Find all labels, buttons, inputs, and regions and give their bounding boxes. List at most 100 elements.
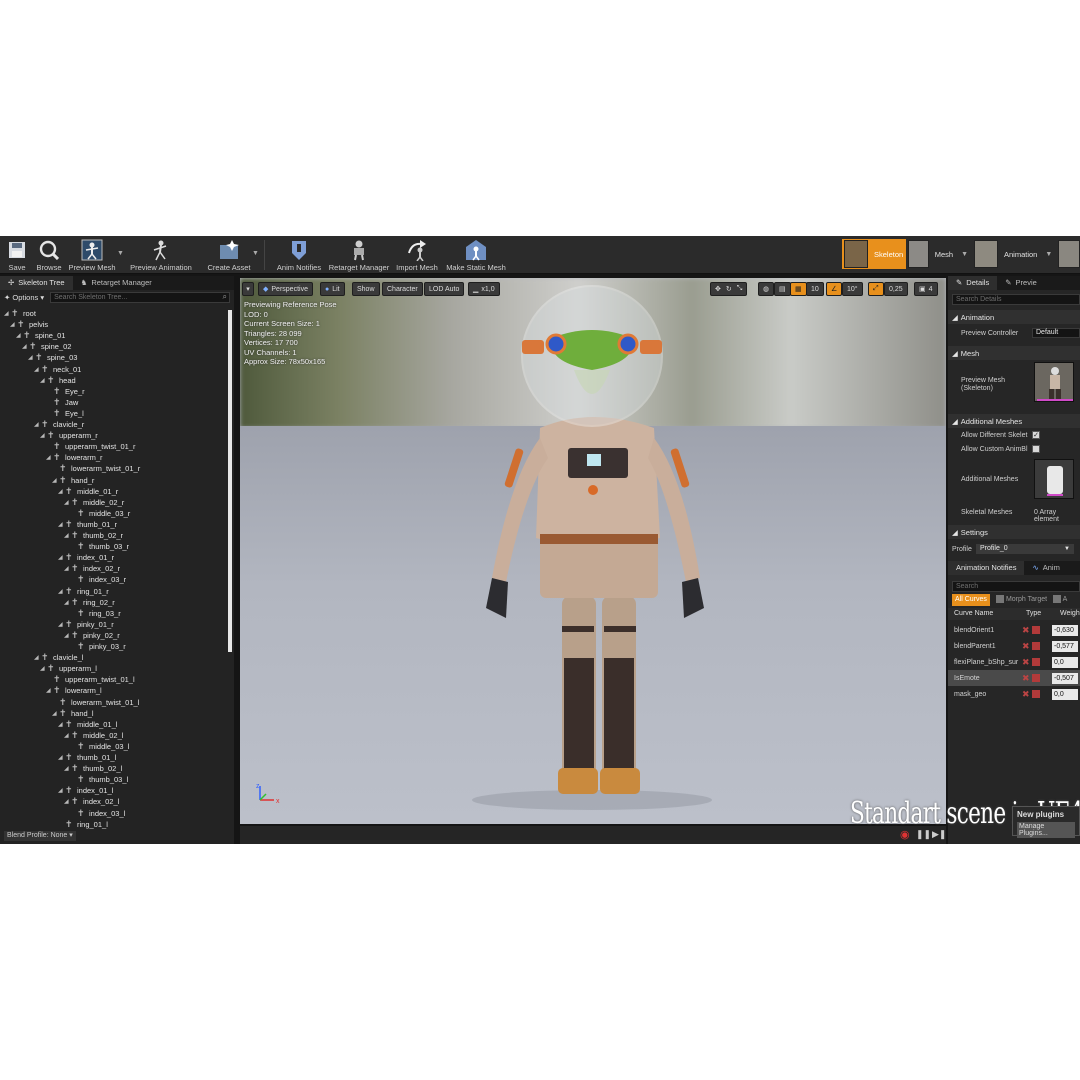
expand-arrow-icon[interactable]: ◢ [40, 377, 47, 384]
expand-arrow-icon[interactable]: ◢ [64, 499, 71, 506]
rotation-snap-value[interactable]: 10° [842, 282, 863, 296]
curve-weight-input[interactable]: 0,0 [1052, 656, 1078, 668]
expand-arrow-icon[interactable]: ◢ [58, 588, 65, 595]
viewport[interactable]: ▾ ◆ Perspective ● Lit Show Character LOD… [240, 278, 946, 824]
tab-anim-curves[interactable]: ∿ Anim [1024, 561, 1067, 575]
skeleton-search-input[interactable]: Search Skeleton Tree... ⌕ [50, 291, 230, 303]
scale-icon[interactable]: ⤡ [737, 285, 743, 293]
options-dropdown[interactable]: ✦ Options ▾ [4, 293, 44, 302]
character-button[interactable]: Character [382, 282, 423, 296]
preview-controller-dropdown[interactable]: Default [1032, 328, 1080, 338]
settings-section-header[interactable]: ◢ Settings [948, 525, 1080, 539]
morph-target-filter[interactable]: Morph Target A [996, 595, 1067, 603]
bone-tree-row[interactable]: ✝ Eye_r [46, 386, 85, 397]
tab-details[interactable]: ✎ Details [948, 276, 998, 290]
allow-custom-animbp-checkbox[interactable] [1032, 445, 1040, 453]
bone-tree-row[interactable]: ◢ ✝ root [4, 308, 36, 319]
delete-curve-icon[interactable]: ✖ [1022, 625, 1030, 636]
animation-mode-dropdown-icon[interactable]: ▼ [1045, 251, 1052, 258]
expand-arrow-icon[interactable]: ◢ [46, 454, 53, 461]
expand-arrow-icon[interactable]: ◢ [64, 732, 71, 739]
browse-button[interactable]: Browse [34, 238, 64, 272]
bone-tree-row[interactable]: ◢ ✝ thumb_01_r [58, 519, 117, 530]
lit-button[interactable]: ● Lit [320, 282, 345, 296]
bone-tree-row[interactable]: ✝ index_03_l [70, 808, 125, 819]
attribute-checkbox[interactable] [1053, 595, 1062, 603]
delete-curve-icon[interactable]: ✖ [1022, 641, 1030, 652]
curve-row[interactable]: blendOrient1 ✖ -0,630 [948, 622, 1080, 638]
surface-snap-toggle[interactable]: ▤ [774, 282, 791, 296]
bone-tree-row[interactable]: ✝ thumb_03_r [70, 541, 129, 552]
curve-weight-input[interactable]: -0,630 [1052, 624, 1078, 636]
bone-tree-row[interactable]: ◢ ✝ pelvis [10, 319, 48, 330]
curve-type-icon[interactable] [1032, 690, 1040, 698]
mode-tab-mesh[interactable]: Mesh ▼ [908, 239, 968, 269]
bone-tree-row[interactable]: ◢ ✝ middle_02_l [64, 730, 123, 741]
curve-type-icon[interactable] [1032, 642, 1040, 650]
rotate-icon[interactable]: ↻ [726, 285, 732, 293]
expand-arrow-icon[interactable]: ◢ [40, 432, 47, 439]
bone-tree-row[interactable]: ◢ ✝ index_01_r [58, 552, 114, 563]
bone-tree-row[interactable]: ✝ Jaw [46, 397, 78, 408]
expand-arrow-icon[interactable]: ◢ [16, 332, 23, 339]
expand-arrow-icon[interactable]: ◢ [58, 521, 65, 528]
bone-tree-row[interactable]: ◢ ✝ clavicle_r [34, 419, 84, 430]
curve-row[interactable]: blendParent1 ✖ -0,577 [948, 638, 1080, 654]
scale-snap-toggle[interactable]: ⤢ [868, 282, 884, 296]
transform-tools[interactable]: ✥ ↻ ⤡ [710, 282, 748, 296]
bone-tree-row[interactable]: ◢ ✝ thumb_02_r [64, 530, 123, 541]
bone-tree-row[interactable]: ◢ ✝ lowerarm_l [46, 685, 102, 696]
tab-skeleton-tree[interactable]: ✢ Skeleton Tree [0, 276, 73, 290]
bone-tree-row[interactable]: ◢ ✝ clavicle_l [34, 652, 83, 663]
bone-tree-row[interactable]: ◢ ✝ hand_r [52, 475, 94, 486]
expand-arrow-icon[interactable]: ◢ [34, 366, 41, 373]
expand-arrow-icon[interactable]: ◢ [64, 565, 71, 572]
preview-mesh-thumbnail[interactable] [1034, 362, 1074, 402]
all-curves-filter[interactable]: All Curves [952, 594, 990, 606]
new-plugins-notification[interactable]: New plugins Manage Plugins... [1012, 806, 1080, 838]
morph-target-checkbox[interactable] [996, 595, 1004, 603]
bone-tree-row[interactable]: ✝ pinky_03_r [70, 641, 126, 652]
camera-speed-button[interactable]: ▣ 4 [914, 282, 938, 296]
mesh-section-header[interactable]: ◢ Mesh [948, 346, 1080, 360]
anim-notifies-button[interactable]: Anim Notifies [274, 238, 324, 272]
blend-profile-dropdown[interactable]: Blend Profile: None ▾ [4, 831, 76, 841]
expand-arrow-icon[interactable]: ◢ [64, 632, 71, 639]
perspective-button[interactable]: ◆ Perspective [258, 282, 313, 296]
bone-tree-row[interactable]: ◢ ✝ thumb_02_l [64, 763, 122, 774]
profile-dropdown[interactable]: Profile_0 ▼ [976, 544, 1074, 554]
expand-arrow-icon[interactable]: ◢ [22, 343, 29, 350]
expand-arrow-icon[interactable]: ◢ [40, 665, 47, 672]
bone-tree-row[interactable]: ◢ ✝ index_01_l [58, 785, 113, 796]
curve-row[interactable]: IsEmote ✖ -0,507 [948, 670, 1080, 686]
bone-tree-row[interactable]: ◢ ✝ neck_01 [34, 364, 81, 375]
lod-button[interactable]: LOD Auto [424, 282, 465, 296]
curve-row[interactable]: flexiPlane_bShp_sur ✖ 0,0 [948, 654, 1080, 670]
expand-arrow-icon[interactable]: ◢ [34, 654, 41, 661]
world-local-toggle[interactable]: ◍ [758, 282, 775, 296]
mode-tab-animation[interactable]: Animation ▼ [974, 239, 1058, 269]
expand-arrow-icon[interactable]: ◢ [4, 310, 11, 317]
delete-curve-icon[interactable]: ✖ [1022, 657, 1030, 668]
expand-arrow-icon[interactable]: ◢ [58, 621, 65, 628]
bone-tree-row[interactable]: ✝ lowerarm_twist_01_l [52, 697, 139, 708]
bone-tree-row[interactable]: ◢ ✝ pinky_02_r [64, 630, 120, 641]
bone-tree-row[interactable]: ✝ middle_03_r [70, 508, 130, 519]
curve-type-icon[interactable] [1032, 658, 1040, 666]
bone-tree-row[interactable]: ◢ ✝ thumb_01_l [58, 752, 116, 763]
allow-different-skeletons-checkbox[interactable]: ✓ [1032, 431, 1040, 439]
curve-row[interactable]: mask_geo ✖ 0,0 [948, 686, 1080, 702]
mode-tab-blueprint[interactable] [1058, 239, 1080, 269]
bone-tree-row[interactable]: ◢ ✝ lowerarm_r [46, 452, 103, 463]
bone-tree-row[interactable]: ✝ thumb_03_l [70, 774, 128, 785]
bone-tree-row[interactable]: ✝ lowerarm_twist_01_r [52, 463, 140, 474]
bone-tree-row[interactable]: ✝ middle_03_l [70, 741, 129, 752]
retarget-manager-button[interactable]: Retarget Manager [328, 238, 390, 272]
bone-tree-row[interactable]: ◢ ✝ pinky_01_r [58, 619, 114, 630]
expand-arrow-icon[interactable]: ◢ [58, 721, 65, 728]
save-button[interactable]: Save [5, 238, 29, 272]
scale-snap-value[interactable]: 0,25 [884, 282, 908, 296]
grid-snap-toggle[interactable]: ▦ [790, 282, 807, 296]
preview-mesh-button[interactable]: Preview Mesh [68, 238, 116, 272]
tab-retarget-manager[interactable]: ♞ Retarget Manager [73, 276, 160, 290]
